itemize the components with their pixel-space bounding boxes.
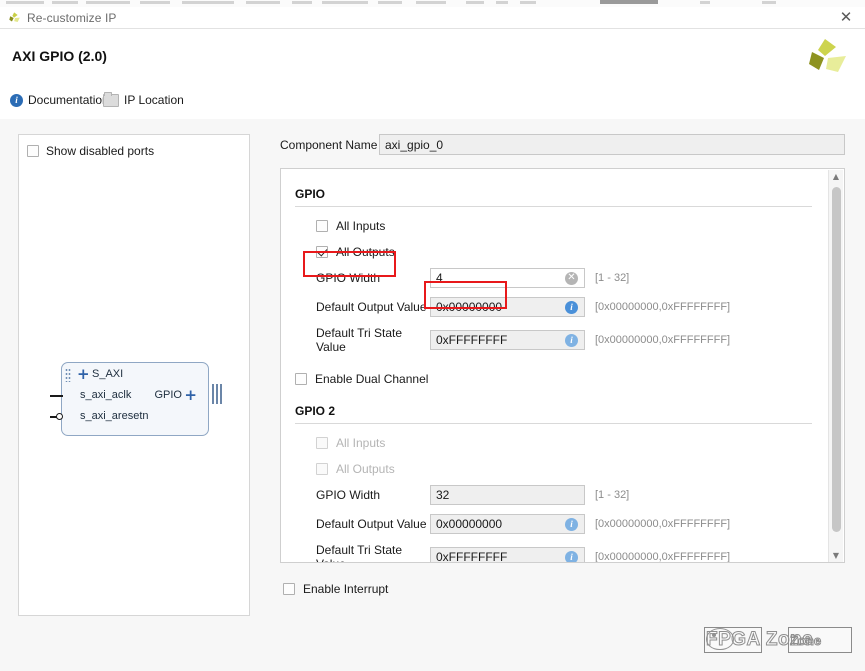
info-icon[interactable]: i [565, 334, 578, 347]
gpio-bus-connector-icon [212, 384, 223, 404]
header-links: i Documentation IP Location [0, 89, 865, 119]
enable-interrupt-checkbox[interactable]: Enable Interrupt [283, 582, 388, 596]
port-label-aclk: s_axi_aclk [80, 389, 132, 401]
expand-saxi-icon[interactable]: + [77, 367, 90, 382]
settings-content: GPIO All Inputs All Outputs GPIO Width ✕ [281, 169, 826, 563]
show-disabled-ports-label: Show disabled ports [46, 144, 155, 158]
ip-location-link[interactable]: IP Location [103, 91, 184, 109]
port-label-gpio: GPIO [154, 389, 182, 401]
gpio2-all-inputs-label: All Inputs [336, 436, 386, 450]
gpio-default-output-label: Default Output Value [316, 300, 427, 314]
pin-aclk-icon [50, 395, 63, 397]
expand-gpio-icon[interactable]: + [184, 388, 197, 403]
background-window-artifacts [0, 0, 865, 7]
dialog-header: AXI GPIO (2.0) [0, 29, 865, 89]
ip-location-label: IP Location [124, 93, 184, 107]
gpio2-default-output-range: [0x00000000,0xFFFFFFFF] [595, 518, 731, 530]
gpio-group-divider [295, 206, 812, 207]
gpio-width-field[interactable]: ✕ [430, 268, 585, 288]
gpio2-all-outputs-label: All Outputs [336, 462, 395, 476]
show-disabled-ports-checkbox[interactable]: Show disabled ports [27, 144, 154, 158]
gpio2-default-output-field: i [430, 514, 585, 534]
checkbox-box-disabled [316, 437, 328, 449]
gpio-default-tristate-field[interactable]: i [430, 330, 585, 350]
component-name-label: Component Name [280, 138, 378, 152]
gpio2-default-tristate-row: Default Tri State Value i [0x00000000,0x… [316, 543, 826, 563]
gpio2-default-tristate-field: i [430, 547, 585, 562]
gpio-all-inputs-label: All Inputs [336, 219, 386, 233]
info-icon: i [10, 93, 23, 107]
gpio-default-tristate-row: Default Tri State Value i [0x00000000,0x… [316, 326, 826, 354]
scroll-up-icon[interactable]: ▲ [829, 170, 843, 184]
dialog-body: Show disabled ports + S_AXI s_axi_aclk s… [0, 119, 865, 671]
gpio2-default-output-label: Default Output Value [316, 517, 427, 531]
checkbox-box-disabled [316, 463, 328, 475]
checkbox-box [316, 220, 328, 232]
gpio-all-outputs-label: All Outputs [336, 245, 395, 259]
gpio2-width-range: [1 - 32] [595, 489, 630, 501]
gpio-group-title: GPIO [295, 187, 326, 201]
gpio2-default-tristate-input [431, 548, 563, 562]
gpio-default-tristate-label: Default Tri State Value [316, 326, 403, 354]
scroll-down-icon[interactable]: ▼ [829, 549, 843, 562]
clear-icon[interactable]: ✕ [565, 272, 578, 285]
gpio2-width-field [430, 485, 585, 505]
gpio2-default-tristate-range: [0x00000000,0xFFFFFFFF] [595, 551, 731, 563]
checkbox-box [295, 373, 307, 385]
port-label-aresetn: s_axi_aresetn [80, 410, 149, 422]
close-icon[interactable]: ✕ [837, 9, 855, 26]
gpio2-width-row: GPIO Width [1 - 32] [316, 485, 826, 505]
info-icon[interactable]: i [565, 301, 578, 314]
gpio-default-tristate-input[interactable] [431, 331, 563, 349]
gpio-all-inputs-checkbox[interactable]: All Inputs [316, 219, 385, 233]
gpio-all-outputs-checkbox[interactable]: All Outputs [316, 245, 395, 259]
documentation-link[interactable]: i Documentation [10, 91, 109, 109]
gpio2-group-divider [295, 423, 812, 424]
component-name-row: Component Name [272, 134, 850, 156]
checkbox-box [27, 145, 39, 157]
gpio-width-label: GPIO Width [316, 271, 381, 285]
documentation-label: Documentation [28, 93, 109, 107]
page-title: AXI GPIO (2.0) [12, 48, 107, 64]
gpio2-all-outputs-checkbox: All Outputs [316, 462, 395, 476]
gpio-default-output-range: [0x00000000,0xFFFFFFFF] [595, 301, 731, 313]
settings-column: Component Name GPIO All Inputs All Outpu… [272, 134, 850, 563]
gpio-default-tristate-range: [0x00000000,0xFFFFFFFF] [595, 334, 731, 346]
component-name-input[interactable] [379, 134, 845, 155]
gpio2-all-inputs-checkbox: All Inputs [316, 436, 385, 450]
vivado-logo-icon-large [809, 39, 846, 72]
info-icon[interactable]: i [565, 551, 578, 562]
checkbox-box [283, 583, 295, 595]
scrollbar-thumb[interactable] [832, 187, 841, 532]
ip-symbol-panel: Show disabled ports + S_AXI s_axi_aclk s… [18, 134, 250, 616]
info-icon[interactable]: i [565, 518, 578, 531]
pin-aresetn-inverted-icon [56, 413, 63, 420]
window-titlebar: Re-customize IP ✕ [0, 7, 865, 29]
enable-dual-channel-checkbox[interactable]: Enable Dual Channel [295, 372, 428, 386]
gpio2-default-output-row: Default Output Value i [0x00000000,0xFFF… [316, 514, 826, 534]
gpio2-default-output-input [431, 515, 563, 533]
gpio-width-input[interactable] [431, 269, 563, 287]
gpio-default-output-input[interactable] [431, 298, 563, 316]
ip-block-symbol: + S_AXI s_axi_aclk s_axi_aresetn GPIO + [50, 362, 223, 436]
enable-dual-channel-label: Enable Dual Channel [315, 372, 429, 386]
gpio2-default-tristate-label: Default Tri State Value [316, 543, 403, 562]
gpio-width-row: GPIO Width ✕ [1 - 32] [316, 268, 826, 288]
gpio2-width-label: GPIO Width [316, 488, 381, 502]
vivado-logo-icon [9, 12, 20, 22]
folder-icon [103, 91, 119, 107]
gpio-default-output-row: Default Output Value i [0x00000000,0xFFF… [316, 297, 826, 317]
gpio-default-output-field[interactable]: i [430, 297, 585, 317]
window-title: Re-customize IP [27, 11, 117, 25]
checkbox-box-checked [316, 246, 328, 258]
settings-scroll-viewport: GPIO All Inputs All Outputs GPIO Width ✕ [280, 168, 845, 563]
port-label-s-axi: S_AXI [92, 368, 124, 380]
enable-interrupt-label: Enable Interrupt [303, 582, 389, 596]
gpio2-group-title: GPIO 2 [295, 404, 336, 418]
bus-connector-icon [65, 368, 71, 382]
settings-scrollbar[interactable]: ▲ ▼ [828, 170, 843, 562]
gpio-width-range: [1 - 32] [595, 272, 630, 284]
gpio2-width-input [431, 486, 563, 504]
